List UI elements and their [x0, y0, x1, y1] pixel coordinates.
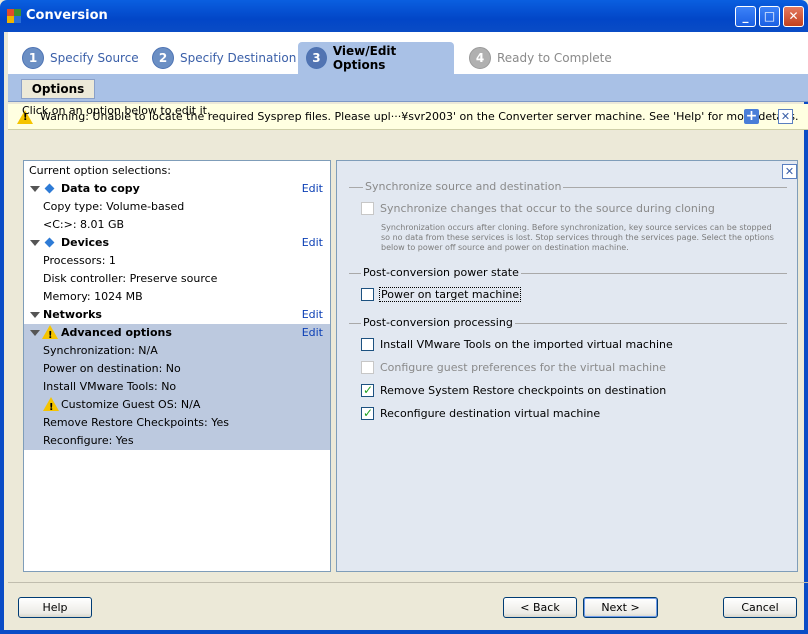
window-title: Conversion	[26, 8, 108, 23]
window-body: 1 Specify Source 2 Specify Destination 3…	[0, 32, 808, 634]
checkbox	[361, 202, 374, 215]
warning-icon	[43, 397, 59, 417]
list-item[interactable]: Synchronization: N/A	[24, 342, 330, 360]
item-icon	[44, 237, 55, 248]
checkbox-label: Synchronize changes that occur to the so…	[380, 202, 715, 215]
minimize-button[interactable]: _	[735, 6, 756, 27]
collapse-icon[interactable]	[30, 312, 40, 318]
list-item[interactable]: Install VMware Tools: No	[24, 378, 330, 396]
edit-link[interactable]: Edit	[302, 306, 323, 324]
options-detail-panel: ✕ Synchronize source and destination Syn…	[336, 160, 798, 572]
step-label: Specify Source	[50, 51, 139, 65]
step-number: 4	[469, 47, 491, 69]
checkbox	[361, 361, 374, 374]
item-label: Memory: 1024 MB	[43, 290, 143, 303]
help-button[interactable]: Help	[18, 597, 92, 618]
group-title: Networks	[43, 308, 102, 321]
sync-section: Synchronize source and destination	[349, 180, 787, 194]
group-data-to-copy[interactable]: Data to copy Edit	[24, 180, 330, 198]
item-label: Copy type: Volume-based	[43, 200, 185, 213]
options-list: Current option selections: Data to copy …	[23, 160, 331, 572]
next-button[interactable]: Next >	[583, 597, 658, 618]
section-title: Synchronize source and destination	[363, 180, 564, 193]
item-label: <C:>: 8.01 GB	[43, 218, 125, 231]
warning-icon	[42, 325, 58, 345]
tab-options[interactable]: Options	[21, 79, 95, 99]
item-label: Processors: 1	[43, 254, 116, 267]
options-header-label: Current option selections:	[29, 164, 171, 177]
edit-link[interactable]: Edit	[302, 234, 323, 252]
edit-link[interactable]: Edit	[302, 324, 323, 342]
list-item[interactable]: Copy type: Volume-based	[24, 198, 330, 216]
item-label: Customize Guest OS: N/A	[61, 398, 201, 411]
close-button[interactable]: ✕	[783, 6, 804, 27]
checkbox[interactable]	[361, 383, 374, 397]
wizard-steps: 1 Specify Source 2 Specify Destination 3…	[8, 32, 808, 74]
list-item[interactable]: Reconfigure: Yes	[24, 432, 330, 450]
list-item[interactable]: Disk controller: Preserve source	[24, 270, 330, 288]
step-number: 2	[152, 47, 174, 69]
step-view-edit-options[interactable]: 3 View/Edit Options	[298, 42, 454, 74]
section-title: Post-conversion processing	[361, 316, 515, 329]
list-item[interactable]: <C:>: 8.01 GB	[24, 216, 330, 234]
cancel-button[interactable]: Cancel	[723, 597, 797, 618]
step-number: 3	[306, 47, 327, 69]
group-title: Advanced options	[61, 326, 172, 339]
group-networks[interactable]: Networks Edit	[24, 306, 330, 324]
list-item[interactable]: Memory: 1024 MB	[24, 288, 330, 306]
step-label: Specify Destination	[180, 51, 297, 65]
step-specify-destination[interactable]: 2 Specify Destination	[144, 42, 304, 74]
power-section: Post-conversion power state	[349, 266, 787, 280]
collapse-icon[interactable]	[30, 186, 40, 192]
step-number: 1	[22, 47, 44, 69]
collapse-icon[interactable]	[30, 330, 40, 336]
processing-section: Post-conversion processing	[349, 316, 787, 330]
expand-icon[interactable]: +	[744, 109, 759, 124]
group-title: Devices	[61, 236, 110, 249]
options-header: Current option selections:	[24, 162, 330, 180]
section-title: Post-conversion power state	[361, 266, 521, 279]
hint-text: Click on an option below to edit it.	[22, 104, 211, 117]
item-label: Install VMware Tools: No	[43, 380, 177, 393]
checkbox-label: Configure guest preferences for the virt…	[380, 361, 666, 374]
close-panel-icon[interactable]: ✕	[782, 164, 797, 179]
item-label: Synchronization: N/A	[43, 344, 158, 357]
item-label: Reconfigure: Yes	[43, 434, 134, 447]
checkbox-label[interactable]: Install VMware Tools on the imported vir…	[380, 338, 673, 351]
group-devices[interactable]: Devices Edit	[24, 234, 330, 252]
checkbox-label[interactable]: Remove System Restore checkpoints on des…	[380, 384, 666, 397]
step-specify-source[interactable]: 1 Specify Source	[14, 42, 147, 74]
checkbox[interactable]	[361, 406, 374, 420]
item-label: Disk controller: Preserve source	[43, 272, 218, 285]
maximize-button[interactable]: □	[759, 6, 780, 27]
options-tab-bar: Options	[8, 74, 808, 102]
group-advanced-options[interactable]: Advanced options Edit	[24, 324, 330, 345]
item-icon	[44, 183, 55, 194]
item-label: Power on destination: No	[43, 362, 181, 375]
step-ready-to-complete: 4 Ready to Complete	[461, 42, 620, 74]
divider	[8, 582, 808, 583]
checkbox-label[interactable]: Power on target machine	[378, 287, 522, 302]
edit-link[interactable]: Edit	[302, 180, 323, 198]
group-title: Data to copy	[61, 182, 140, 195]
checkbox-label[interactable]: Reconfigure destination virtual machine	[380, 407, 600, 420]
title-bar: Conversion _ □ ✕	[0, 0, 808, 32]
collapse-icon[interactable]	[30, 240, 40, 246]
checkbox[interactable]	[361, 338, 374, 351]
step-label: Ready to Complete	[497, 51, 612, 65]
list-item[interactable]: Customize Guest OS: N/A	[24, 396, 330, 417]
close-icon[interactable]: ✕	[778, 109, 793, 124]
app-icon	[7, 9, 21, 23]
sync-note: Synchronization occurs after cloning. Be…	[381, 223, 774, 252]
list-item[interactable]: Processors: 1	[24, 252, 330, 270]
item-label: Remove Restore Checkpoints: Yes	[43, 416, 229, 429]
list-item[interactable]: Remove Restore Checkpoints: Yes	[24, 414, 330, 432]
back-button[interactable]: < Back	[503, 597, 577, 618]
step-label: View/Edit Options	[332, 44, 397, 72]
list-item[interactable]: Power on destination: No	[24, 360, 330, 378]
checkbox[interactable]	[361, 288, 374, 301]
